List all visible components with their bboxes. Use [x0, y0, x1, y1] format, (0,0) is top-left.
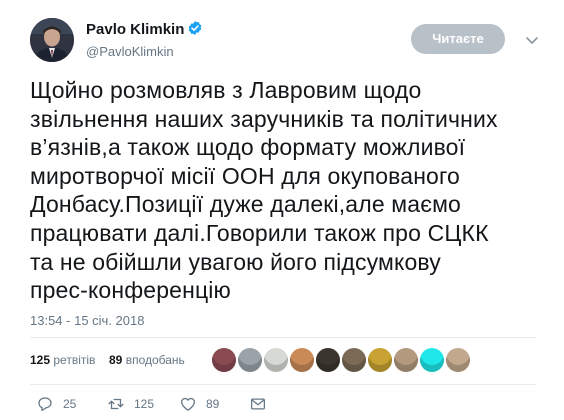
retweets-count: 125: [30, 353, 51, 367]
verified-badge-icon: [189, 21, 202, 35]
liker-avatar[interactable]: [342, 348, 366, 372]
reply-count: 25: [63, 397, 77, 411]
like-button[interactable]: 89: [179, 394, 219, 414]
like-count: 89: [206, 397, 220, 411]
likes-label: вподобань: [125, 353, 185, 367]
following-button[interactable]: Читаєте: [411, 24, 505, 54]
tweet-timestamp[interactable]: 13:54 - 15 січ. 2018: [30, 312, 144, 330]
likes-stat[interactable]: 89 вподобань: [109, 352, 185, 368]
tweet-text-line: миротворчої місії ООН для окупованого: [30, 162, 460, 189]
liker-avatar[interactable]: [264, 348, 288, 372]
tweet-text-line: Донбасу.Позиції дуже далекі,але маємо: [30, 191, 461, 218]
tweet-text-line: звільнення наших заручників та політични…: [30, 105, 498, 132]
retweets-stat[interactable]: 125 ретвітів: [30, 352, 95, 368]
profile-photo: [30, 18, 74, 62]
tweet-text-line: прес-конференцію: [30, 277, 231, 304]
divider: [30, 384, 536, 385]
envelope-icon: [250, 398, 266, 410]
tweet-stats: 125 ретвітів 89 вподобань: [30, 345, 540, 375]
author-block: Pavlo Klimkin @PavloKlimkin: [86, 20, 203, 62]
avatar[interactable]: [30, 18, 74, 62]
retweet-button[interactable]: 125: [107, 394, 154, 414]
likes-count: 89: [109, 353, 123, 367]
reply-button[interactable]: 25: [36, 394, 76, 414]
reply-icon: [38, 397, 52, 412]
handle[interactable]: @PavloKlimkin: [86, 42, 203, 62]
tweet-text: Щойно розмовляв з Лавровим щодо звільнен…: [30, 76, 550, 305]
tweet-text-line: працювати далі.Говорили також про СЦКК: [30, 219, 489, 246]
liker-avatar[interactable]: [420, 348, 444, 372]
liker-avatar[interactable]: [368, 348, 392, 372]
liker-avatar[interactable]: [212, 348, 236, 372]
tweet-text-line: та не обійшли увагою його підсумкову: [30, 248, 441, 275]
retweet-icon: [108, 398, 124, 410]
tweet-text-line: в’язнів,а також щодо формату можливої: [30, 134, 466, 161]
tweet-text-line: Щойно розмовляв з Лавровим щодо: [30, 77, 422, 103]
chevron-down-icon[interactable]: [524, 32, 540, 48]
liker-avatar[interactable]: [394, 348, 418, 372]
retweets-label: ретвітів: [53, 353, 96, 367]
retweet-count: 125: [134, 397, 155, 411]
direct-message-button[interactable]: [249, 394, 267, 414]
liker-avatar[interactable]: [446, 348, 470, 372]
liker-avatar[interactable]: [316, 348, 340, 372]
divider: [30, 337, 536, 338]
liker-avatar[interactable]: [238, 348, 262, 372]
liker-avatar[interactable]: [290, 348, 314, 372]
tweet-actions: 25 125 89: [30, 394, 540, 416]
tweet-header: Pavlo Klimkin @PavloKlimkin Читаєте: [30, 18, 540, 64]
heart-icon: [180, 397, 196, 411]
display-name[interactable]: Pavlo Klimkin: [86, 20, 184, 40]
